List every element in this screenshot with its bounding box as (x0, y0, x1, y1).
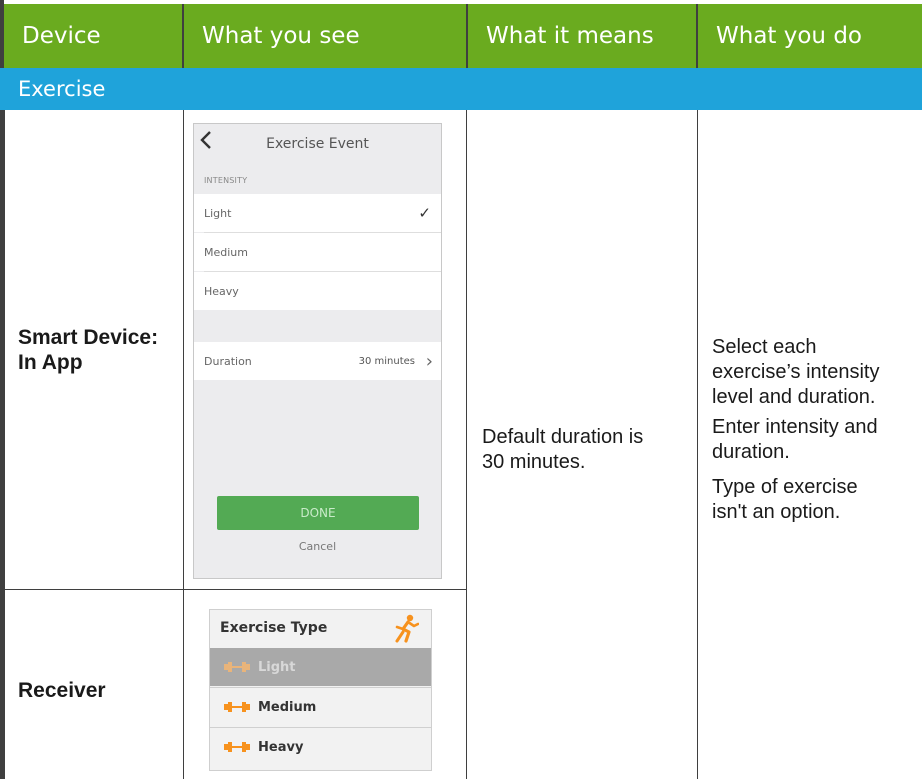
runner-icon (393, 614, 420, 644)
intensity-option-light[interactable]: Light ✓ (194, 194, 441, 232)
chevron-left-icon[interactable] (200, 130, 212, 157)
section-title: Exercise (0, 68, 922, 110)
receiver-title: Exercise Type (220, 620, 328, 636)
device-receiver: Receiver (18, 679, 106, 702)
cancel-button[interactable]: Cancel (194, 540, 441, 553)
do-line: duration. (712, 441, 790, 463)
duration-value: 30 minutes (358, 355, 415, 367)
header-device: Device (4, 4, 182, 68)
header-what-it-means: What it means (468, 4, 696, 68)
intensity-label: INTENSITY (204, 176, 248, 185)
do-line: exercise’s intensity (712, 361, 880, 383)
grid-line (183, 110, 184, 779)
checkmark-icon: ✓ (418, 204, 431, 222)
option-label: Light (204, 206, 232, 220)
dumbbell-icon (224, 742, 250, 752)
device-label-line: Smart Device: (18, 326, 159, 349)
means-text: Default duration is 30 minutes. (482, 425, 643, 475)
header-what-you-see: What you see (184, 4, 466, 68)
option-label: Medium (204, 245, 248, 259)
dumbbell-icon (224, 702, 250, 712)
header-divider (466, 4, 468, 68)
do-text-3: Type of exercise isn't an option. (712, 475, 858, 525)
receiver-screenshot: Exercise Type Light Medium Heavy (209, 609, 432, 771)
do-text-2: Enter intensity and duration. (712, 415, 878, 465)
do-text-1: Select each exercise’s intensity level a… (712, 335, 879, 410)
do-line: Select each (712, 336, 817, 358)
device-label-line: In App (18, 351, 83, 374)
means-line: 30 minutes. (482, 451, 586, 473)
app-screenshot: Exercise Event INTENSITY Light ✓ Medium … (193, 123, 442, 579)
grid-line (4, 110, 5, 779)
duration-row[interactable]: Duration 30 minutes › (194, 342, 441, 380)
receiver-option-light[interactable]: Light (210, 648, 431, 686)
header-what-you-do: What you do (698, 4, 922, 68)
dumbbell-icon (224, 662, 250, 672)
option-label: Heavy (204, 284, 239, 298)
device-smart-app: Smart Device: In App (18, 325, 158, 375)
receiver-option-label: Light (258, 659, 296, 675)
do-line: isn't an option. (712, 501, 841, 523)
do-line: Type of exercise (712, 476, 858, 498)
app-title: Exercise Event (194, 124, 441, 164)
receiver-option-medium[interactable]: Medium (210, 688, 431, 726)
header-divider (696, 4, 698, 68)
grid-line (466, 110, 467, 779)
intensity-option-heavy[interactable]: Heavy (194, 272, 441, 310)
receiver-option-label: Medium (258, 699, 317, 715)
do-line: Enter intensity and (712, 416, 878, 438)
receiver-option-heavy[interactable]: Heavy (210, 728, 431, 766)
exercise-table: Device What you see What it means What y… (0, 0, 922, 779)
done-button[interactable]: DONE (217, 496, 419, 530)
intensity-option-medium[interactable]: Medium (194, 233, 441, 271)
chevron-right-icon: › (425, 350, 433, 372)
do-line: level and duration. (712, 386, 876, 408)
duration-label: Duration (204, 354, 252, 368)
receiver-option-label: Heavy (258, 739, 304, 755)
grid-line (4, 589, 466, 590)
means-line: Default duration is (482, 426, 644, 448)
header-divider (182, 4, 184, 68)
grid-line (697, 110, 698, 779)
